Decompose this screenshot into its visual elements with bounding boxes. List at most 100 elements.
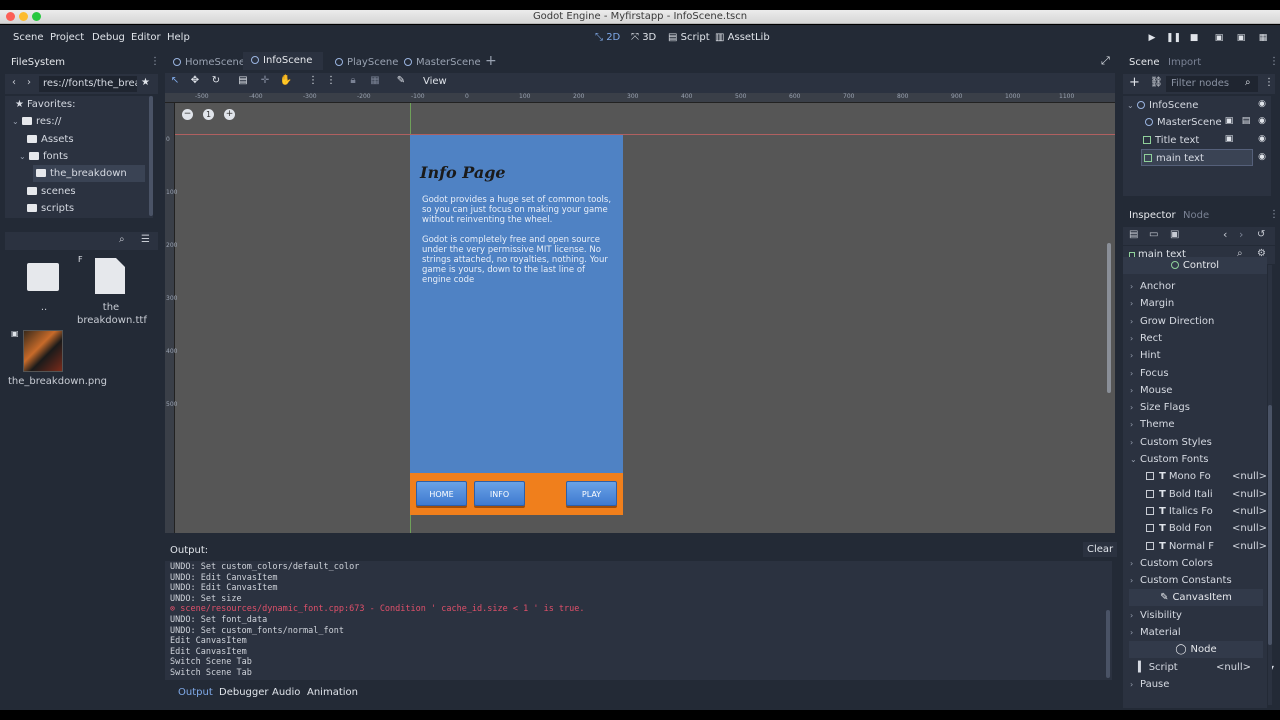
path-input[interactable]: res://fonts/the_brea bbox=[39, 76, 137, 92]
scroll-thumb[interactable] bbox=[1268, 405, 1272, 645]
title-text[interactable]: Info Page bbox=[420, 163, 506, 182]
menu-scene[interactable]: Scene bbox=[13, 25, 44, 51]
skeleton-icon[interactable]: ✎ bbox=[393, 73, 409, 89]
image-thumbnail[interactable] bbox=[23, 330, 63, 372]
more-icon[interactable]: ⋮ bbox=[1264, 77, 1274, 88]
menu-editor[interactable]: Editor bbox=[131, 25, 161, 51]
info-button[interactable]: INFO bbox=[474, 481, 525, 506]
menu-help[interactable]: Help bbox=[167, 25, 190, 51]
bottom-tab-debugger[interactable]: Debugger bbox=[219, 687, 269, 698]
dock-menu-icon[interactable]: ⋮ bbox=[150, 56, 160, 67]
back-icon[interactable]: ‹ bbox=[12, 77, 16, 88]
tree-item-assets[interactable]: Assets bbox=[27, 131, 74, 148]
play-scene-button[interactable]: ▣ bbox=[1212, 31, 1226, 45]
distraction-free-icon[interactable]: ⤢ bbox=[1101, 54, 1110, 68]
star-icon[interactable]: ★ bbox=[141, 77, 150, 88]
workspace-assetlib[interactable]: ▥ AssetLib bbox=[715, 25, 770, 51]
output-log[interactable]: UNDO: Set custom_colors/default_color UND… bbox=[165, 561, 1112, 680]
clear-button[interactable]: Clear bbox=[1083, 542, 1118, 557]
tab-inspector[interactable]: Inspector bbox=[1125, 205, 1180, 227]
main-text-para2[interactable]: Godot is completely free and open source… bbox=[422, 235, 612, 285]
visibility-eye-icon[interactable]: ◉ bbox=[1256, 99, 1268, 109]
menu-project[interactable]: Project bbox=[50, 25, 84, 51]
visibility-eye-icon[interactable]: ◉ bbox=[1256, 152, 1268, 162]
node-main-text[interactable]: main text bbox=[1141, 149, 1253, 166]
tab-playscene[interactable]: PlayScene bbox=[327, 52, 398, 73]
font-file-icon[interactable] bbox=[95, 258, 125, 294]
remote-debug-button[interactable]: ▦ bbox=[1256, 31, 1270, 45]
new-resource-icon[interactable]: ▤ bbox=[1129, 229, 1138, 240]
open-scene-icon[interactable]: ▣ bbox=[1223, 134, 1235, 144]
tree-item-the-breakdown[interactable]: the_breakdown bbox=[33, 165, 145, 182]
bottom-tab-output[interactable]: Output bbox=[178, 687, 213, 698]
viewport-2d[interactable]: -500 -400 -300 -200 -100 0 100 200 300 400 500 600 7… bbox=[165, 93, 1115, 533]
bottom-tab-animation[interactable]: Animation bbox=[307, 687, 358, 698]
add-tab-icon[interactable]: + bbox=[485, 53, 497, 69]
list-view-icon[interactable]: ☰ bbox=[141, 234, 150, 245]
tab-import[interactable]: Import bbox=[1164, 52, 1205, 74]
menu-debug[interactable]: Debug bbox=[92, 25, 125, 51]
workspace-2d[interactable]: ⤡ 2D bbox=[595, 25, 620, 51]
visibility-eye-icon[interactable]: ◉ bbox=[1256, 134, 1268, 144]
link-icon[interactable]: ⛓ bbox=[1150, 77, 1163, 88]
forward-icon[interactable]: › bbox=[27, 77, 31, 88]
play-custom-scene-button[interactable]: ▣ bbox=[1234, 31, 1248, 45]
workspace-script[interactable]: ▤ Script bbox=[668, 25, 710, 51]
inspector-scrollbar[interactable] bbox=[1268, 265, 1272, 705]
script-attached-icon[interactable]: ▤ bbox=[1240, 116, 1252, 126]
tab-scene[interactable]: Scene bbox=[1125, 52, 1164, 74]
dock-menu-icon[interactable]: ⋮ bbox=[1269, 56, 1279, 67]
search-icon[interactable]: ⌕ bbox=[119, 234, 125, 245]
history-forward-icon[interactable]: › bbox=[1239, 228, 1243, 241]
add-node-icon[interactable]: + bbox=[1129, 75, 1140, 90]
tree-item-res[interactable]: ⌄ res:// bbox=[12, 113, 61, 130]
pause-button[interactable]: ❚❚ bbox=[1166, 31, 1181, 45]
node-infoscene[interactable]: ⌄ InfoScene bbox=[1127, 97, 1198, 114]
pan-tool-icon[interactable]: ✋ bbox=[278, 73, 294, 89]
bottom-tab-audio[interactable]: Audio bbox=[272, 687, 300, 698]
play-button[interactable]: ▶ bbox=[1145, 31, 1159, 45]
minimize-window-button[interactable] bbox=[19, 12, 28, 21]
tree-scrollbar[interactable] bbox=[149, 96, 153, 216]
tab-homescene[interactable]: HomeScene bbox=[165, 52, 245, 73]
pivot-tool-icon[interactable]: ✛ bbox=[257, 73, 273, 89]
zoom-in-button[interactable]: + bbox=[224, 109, 235, 120]
lock-icon[interactable]: 🔒︎ bbox=[345, 73, 361, 89]
zoom-reset-button[interactable]: 1 bbox=[203, 109, 214, 120]
maximize-window-button[interactable] bbox=[32, 12, 41, 21]
save-icon[interactable]: ▣ bbox=[1170, 229, 1179, 240]
play-button-preview[interactable]: PLAY bbox=[566, 481, 617, 506]
group-icon[interactable]: ▦ bbox=[367, 73, 383, 89]
stop-button[interactable]: ■ bbox=[1187, 31, 1201, 45]
output-scrollbar[interactable] bbox=[1106, 610, 1110, 678]
folder-up-item[interactable] bbox=[27, 261, 59, 293]
view-menu[interactable]: View bbox=[423, 76, 447, 87]
open-scene-icon[interactable]: ▣ bbox=[1223, 116, 1235, 126]
filesystem-tab[interactable]: FileSystem bbox=[7, 52, 69, 74]
zoom-out-button[interactable]: − bbox=[182, 109, 193, 120]
tree-item-scripts[interactable]: scripts bbox=[27, 200, 74, 217]
node-masterscene[interactable]: MasterScene bbox=[1145, 114, 1222, 131]
phone-preview[interactable]: Info Page Godot provides a huge set of c… bbox=[410, 135, 623, 515]
select-tool-icon[interactable]: ↖ bbox=[167, 73, 183, 89]
load-resource-icon[interactable]: ▭ bbox=[1149, 229, 1158, 240]
viewport-scrollbar[interactable] bbox=[1107, 243, 1111, 393]
tab-node[interactable]: Node bbox=[1179, 205, 1213, 227]
move-tool-icon[interactable]: ✥ bbox=[187, 73, 203, 89]
ruler-tool-icon[interactable]: ▤ bbox=[235, 73, 251, 89]
close-window-button[interactable] bbox=[6, 12, 15, 21]
visibility-eye-icon[interactable]: ◉ bbox=[1256, 116, 1268, 126]
history-back-icon[interactable]: ‹ bbox=[1223, 228, 1227, 241]
tree-item-fonts[interactable]: ⌄ fonts bbox=[19, 148, 68, 165]
rotate-tool-icon[interactable]: ↻ bbox=[208, 73, 224, 89]
workspace-3d[interactable]: ⤧ 3D bbox=[631, 25, 656, 51]
tree-item-scenes[interactable]: scenes bbox=[27, 183, 76, 200]
node-title-text[interactable]: Title text bbox=[1143, 132, 1199, 149]
snap-options-icon[interactable]: ⋮ bbox=[323, 73, 339, 89]
home-button[interactable]: HOME bbox=[416, 481, 467, 506]
history-icon[interactable]: ↺ bbox=[1257, 229, 1265, 240]
snap-icon[interactable]: ⋮ bbox=[305, 73, 321, 89]
tab-masterscene[interactable]: MasterScene bbox=[396, 52, 481, 73]
dock-menu-icon[interactable]: ⋮ bbox=[1269, 209, 1275, 220]
main-text-para1[interactable]: Godot provides a huge set of common tool… bbox=[422, 195, 612, 225]
